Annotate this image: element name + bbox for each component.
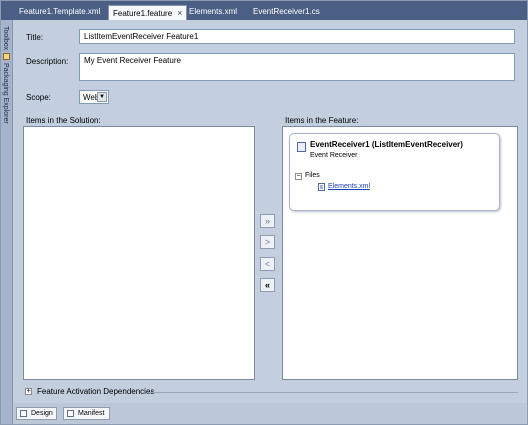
close-icon[interactable]: × — [177, 6, 182, 21]
view-tabs-bar: Design Manifest — [13, 403, 527, 424]
document-tab-strip: Feature1.Template.xml Feature1.feature × … — [1, 1, 527, 21]
divider — [148, 392, 518, 393]
tab-elements-xml[interactable]: Elements.xml — [189, 4, 237, 20]
side-panel-strip: Toolbox Packaging Explorer — [1, 20, 13, 424]
title-field[interactable]: ListItemEventReceiver Feature1 — [79, 29, 515, 44]
feature-items-label: Items in the Feature: — [285, 116, 359, 125]
scope-dropdown[interactable]: Web ▼ — [79, 90, 109, 104]
packaging-explorer-icon — [3, 53, 10, 60]
tab-label: Feature1.Template.xml — [19, 7, 101, 16]
tab-feature1-template[interactable]: Feature1.Template.xml — [19, 4, 100, 20]
title-label: Title: — [26, 33, 44, 42]
dependencies-expand-toggle[interactable]: + — [25, 388, 32, 395]
manifest-icon — [67, 410, 74, 417]
designer-window: Feature1.Template.xml Feature1.feature × … — [0, 0, 528, 425]
dependencies-label[interactable]: Feature Activation Dependencies — [37, 387, 154, 396]
feature-designer: Title: ListItemEventReceiver Feature1 De… — [13, 20, 527, 424]
tab-manifest[interactable]: Manifest — [63, 407, 110, 420]
xml-file-icon — [318, 183, 325, 191]
item-type: Event Receiver — [310, 152, 358, 159]
description-field[interactable]: My Event Receiver Feature — [79, 53, 515, 81]
design-icon — [20, 410, 27, 417]
description-label: Description: — [26, 57, 69, 66]
tab-design[interactable]: Design — [16, 407, 57, 420]
event-receiver-item[interactable]: EventReceiver1 (ListItemEventReceiver) E… — [289, 133, 500, 211]
remove-all-button[interactable]: « — [260, 278, 275, 292]
event-receiver-icon — [297, 142, 306, 152]
tab-feature1-feature[interactable]: Feature1.feature × — [108, 5, 188, 21]
item-title: EventReceiver1 (ListItemEventReceiver) — [310, 140, 463, 149]
files-collapse-toggle[interactable]: − — [295, 173, 302, 180]
scope-label: Scope: — [26, 93, 51, 102]
toolbox-tab[interactable]: Toolbox — [2, 26, 9, 50]
add-all-button[interactable]: » — [260, 214, 275, 228]
tab-eventreceiver1-cs[interactable]: EventReceiver1.cs — [253, 4, 320, 20]
tab-label: Feature1.feature — [113, 9, 173, 18]
feature-items-list[interactable]: EventReceiver1 (ListItemEventReceiver) E… — [282, 126, 518, 380]
chevron-down-icon[interactable]: ▼ — [97, 92, 107, 102]
files-label: Files — [305, 172, 320, 179]
add-button[interactable]: > — [260, 235, 275, 249]
tab-label: Manifest — [78, 410, 105, 417]
solution-items-label: Items in the Solution: — [26, 116, 101, 125]
packaging-explorer-tab[interactable]: Packaging Explorer — [2, 63, 9, 124]
remove-button[interactable]: < — [260, 257, 275, 271]
tab-label: EventReceiver1.cs — [253, 7, 320, 16]
tab-label: Elements.xml — [189, 7, 238, 16]
solution-items-list[interactable] — [23, 126, 255, 380]
tab-label: Design — [31, 410, 53, 417]
elements-xml-link[interactable]: Elements.xml — [328, 183, 370, 190]
